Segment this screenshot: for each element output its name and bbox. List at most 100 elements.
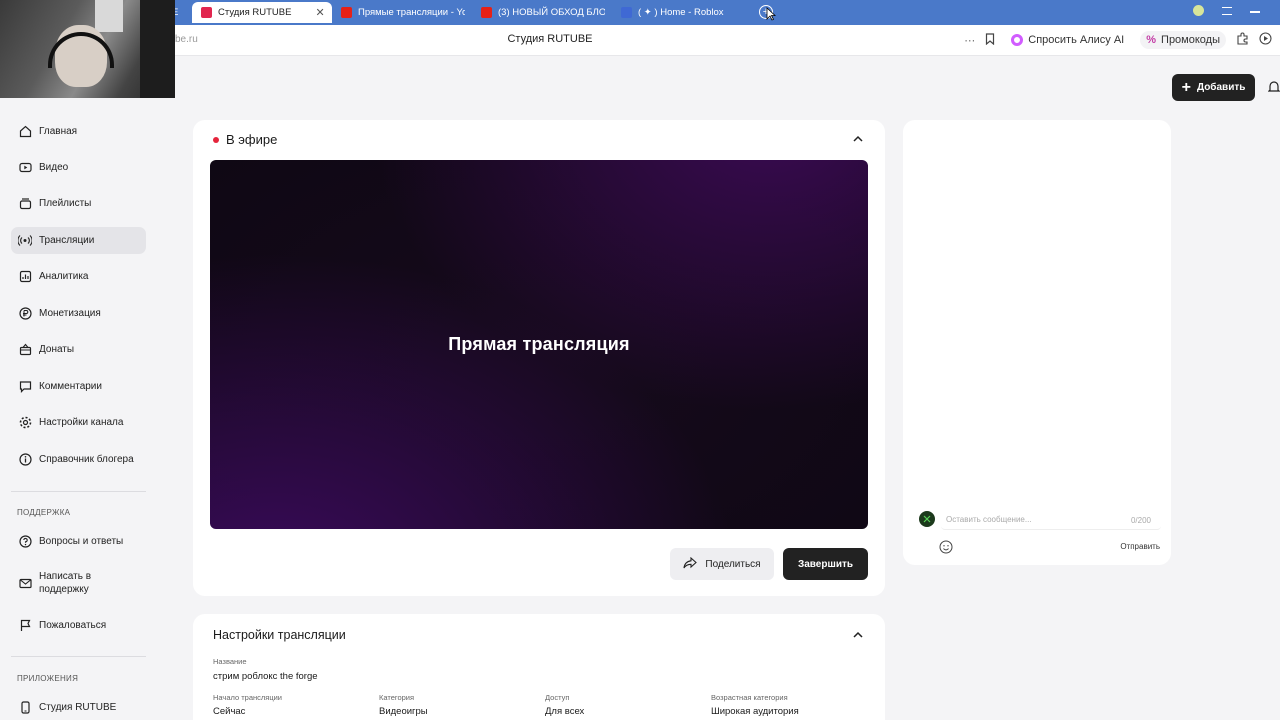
collapse-chevron-up-icon[interactable] [851,132,865,146]
add-button-label: Добавить [1196,82,1246,93]
media-play-icon[interactable] [1259,32,1272,48]
mail-icon [18,576,32,590]
broadcast-icon [18,234,32,248]
webcam-background-door [140,0,175,98]
tab-close-icon[interactable]: ✕ [315,6,324,19]
youtube-favicon-icon [481,7,492,18]
browser-tab-bar: E Студия RUTUBE ✕ Прямые трансляции - Yo… [0,0,1280,25]
address-host[interactable]: be.ru [175,34,198,45]
start-time-value: Сейчас [213,706,246,717]
home-icon [18,125,32,139]
sidebar-item-home[interactable]: Главная [11,118,146,145]
promo-codes-label: Промокоды [1161,34,1220,46]
info-icon [18,453,32,467]
sidebar-item-broadcasts[interactable]: Трансляции [11,227,146,254]
rutube-favicon-icon [201,7,212,18]
avatar[interactable] [919,511,935,527]
plus-icon: + [1181,78,1191,96]
sidebar-item-report[interactable]: Пожаловаться [11,612,146,639]
video-icon [18,161,32,175]
sidebar-item-video[interactable]: Видео [11,154,146,181]
live-header: В эфире [213,132,277,147]
donate-icon [18,343,32,357]
sidebar-divider [11,656,146,657]
sidebar-item-label: Аналитика [39,271,89,282]
sidebar-item-label: Донаты [39,344,75,355]
tab-roblox[interactable]: ( ✦ ) Home - Roblox [621,2,731,23]
address-bar: be.ru Студия RUTUBE ⋯ Спросить Алису AI … [0,25,1280,56]
live-card: В эфире Прямая трансляция Поделиться Зав… [193,120,885,596]
bookmark-icon[interactable] [985,32,995,48]
roblox-favicon-icon [621,7,632,18]
add-button[interactable]: + Добавить [1172,74,1255,101]
sidebar-item-donations[interactable]: Донаты [11,336,146,363]
youtube-favicon-icon [341,7,352,18]
sidebar-item-contact-support[interactable]: Написать в поддержку [11,567,146,599]
webcam-overlay [0,0,175,98]
extensions-icon[interactable] [1236,32,1249,48]
sidebar-item-label: Настройки канала [39,417,124,428]
tab-youtube-live[interactable]: Прямые трансляции - Yo [341,2,465,23]
sidebar-item-label: Плейлисты [39,198,92,209]
age-rating-value: Широкая аудитория [711,706,799,717]
sidebar-item-label: Монетизация [39,308,101,319]
category-label: Категория [379,693,415,702]
more-options-icon[interactable]: ⋯ [964,34,975,47]
gear-icon [18,416,32,430]
live-title: В эфире [226,132,278,147]
sidebar-item-monetization[interactable]: Монетизация [11,300,146,327]
address-page-title[interactable]: Студия RUTUBE [480,33,620,45]
send-button[interactable]: Отправить [1120,542,1160,551]
promo-codes-button[interactable]: % Промокоды [1140,31,1226,49]
sidebar-item-faq[interactable]: Вопросы и ответы [11,528,146,555]
share-button[interactable]: Поделиться [670,548,774,580]
category-value: Видеоигры [379,706,428,717]
emoji-icon[interactable] [939,540,953,554]
sidebar-item-label: Студия RUTUBE [39,702,117,713]
access-label: Доступ [545,693,570,702]
sidebar-item-analytics[interactable]: Аналитика [11,263,146,290]
sidebar-item-label: Видео [39,162,69,173]
start-time-label: Начало трансляции [213,693,282,702]
end-stream-label: Завершить [797,558,854,570]
sidebar-item-playlists[interactable]: Плейлисты [11,190,146,217]
age-rating-label: Возрастная категория [711,693,788,702]
flag-icon [18,619,32,633]
collapse-chevron-up-icon[interactable] [851,628,865,642]
comments-icon [18,380,32,394]
support-section-title: ПОДДЕРЖКА [17,508,71,517]
tab-rutube-studio[interactable]: Студия RUTUBE ✕ [192,2,332,23]
mouse-cursor-icon [766,7,777,21]
sidebar-item-label: Трансляции [39,235,95,246]
tab-label: Студия RUTUBE [218,7,292,18]
percent-icon: % [1146,34,1157,46]
sidebar-item-label: Написать в поддержку [39,571,92,595]
ruble-icon [18,307,32,321]
broadcast-settings-card: Настройки трансляции Название стрим робл… [193,614,885,720]
access-value: Для всех [545,706,585,717]
webcam-background-shelf [95,0,123,32]
ask-alice-button[interactable]: Спросить Алису AI [1005,31,1130,49]
player-status-text: Прямая трансляция [448,334,630,354]
sidebar-item-label: Справочник блогера [39,454,134,465]
share-button-label: Поделиться [705,558,761,570]
sidebar-item-blogger-guide[interactable]: Справочник блогера [11,446,146,473]
menu-icon[interactable] [1222,7,1232,15]
end-stream-button[interactable]: Завершить [783,548,868,580]
sidebar-item-comments[interactable]: Комментарии [11,373,146,400]
sidebar-item-studio-app[interactable]: Студия RUTUBE [11,694,146,720]
chat-message-input[interactable]: Оставить сообщение... 0/200 [941,510,1161,530]
tab-youtube-video[interactable]: (3) НОВЫЙ ОБХОД БЛОК [481,2,605,23]
stream-player[interactable]: Прямая трансляция [210,160,868,529]
chat-placeholder: Оставить сообщение... [946,515,1032,524]
sidebar-item-label: Комментарии [39,381,102,392]
name-field-label: Название [213,657,247,666]
minimize-icon[interactable] [1250,11,1260,13]
live-indicator-icon [213,136,219,143]
notifications-bell-icon[interactable] [1267,80,1280,94]
apps-section-title: ПРИЛОЖЕНИЯ [17,674,79,683]
sidebar-item-channel-settings[interactable]: Настройки канала [11,409,146,436]
playlist-icon [18,197,32,211]
name-field-value: стрим роблокс the forge [213,671,318,682]
profile-icon[interactable] [1193,5,1204,16]
